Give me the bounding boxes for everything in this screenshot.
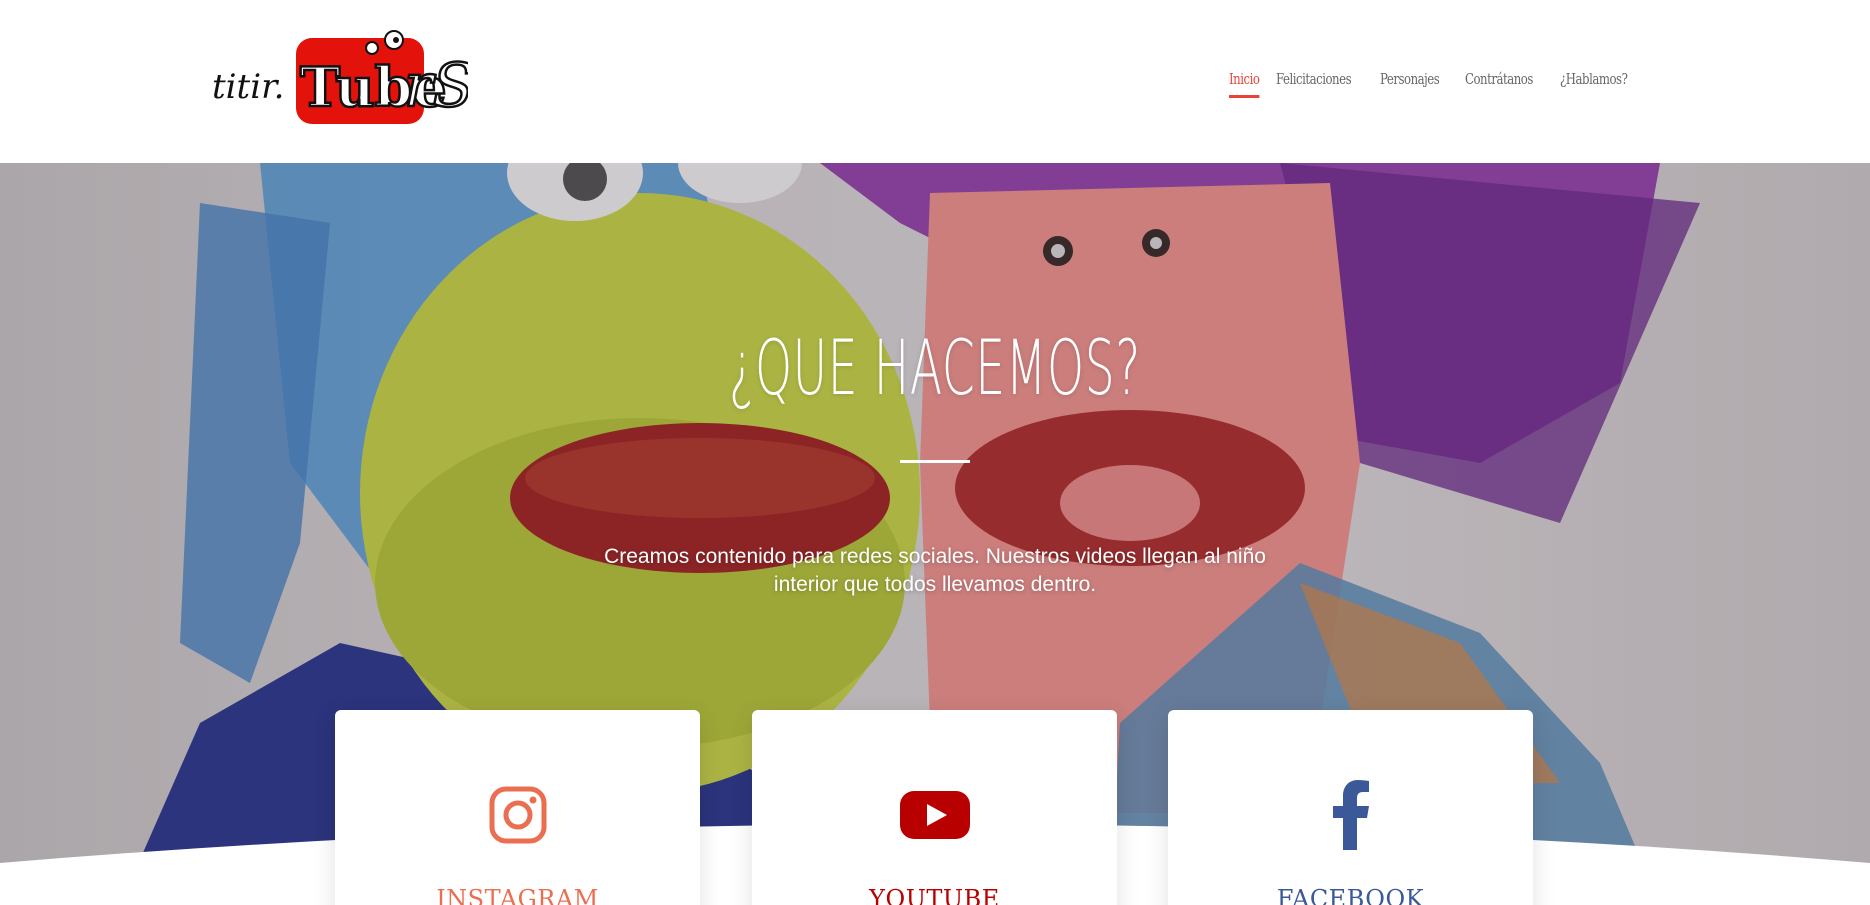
- nav-item-inicio[interactable]: Inicio: [1229, 70, 1260, 98]
- youtube-card[interactable]: YOUTUBE: [752, 710, 1117, 905]
- svg-text:rS: rS: [404, 51, 468, 121]
- facebook-card[interactable]: FACEBOOK: [1168, 710, 1533, 905]
- instagram-label: INSTAGRAM: [436, 885, 599, 905]
- facebook-label: FACEBOOK: [1276, 885, 1425, 905]
- instagram-card[interactable]: INSTAGRAM: [335, 710, 700, 905]
- youtube-label: YOUTUBE: [869, 885, 1000, 905]
- hero-title: ¿QUE HACEMOS?: [729, 323, 1141, 412]
- page: titir. Tube rS Inicio Felicitaciones Per…: [0, 0, 1870, 905]
- nav-item-contratanos[interactable]: Contrátanos: [1465, 70, 1533, 98]
- nav-item-felicitaciones[interactable]: Felicitaciones: [1276, 70, 1352, 98]
- hero-description: Creamos contenido para redes sociales. N…: [604, 545, 1266, 596]
- youtube-icon: [752, 780, 1117, 850]
- titiritubers-logo[interactable]: titir. Tube rS: [208, 26, 468, 134]
- nav-item-personajes[interactable]: Personajes: [1380, 70, 1440, 98]
- nav-item-hablamos[interactable]: ¿Hablamos?: [1560, 70, 1628, 98]
- instagram-icon: [335, 780, 700, 850]
- site-header: titir. Tube rS Inicio Felicitaciones Per…: [0, 0, 1870, 163]
- main-nav: Inicio Felicitaciones Personajes Contrát…: [1229, 70, 1630, 98]
- facebook-icon: [1168, 780, 1533, 850]
- hero-divider: [900, 460, 970, 463]
- svg-text:titir.: titir.: [212, 67, 284, 107]
